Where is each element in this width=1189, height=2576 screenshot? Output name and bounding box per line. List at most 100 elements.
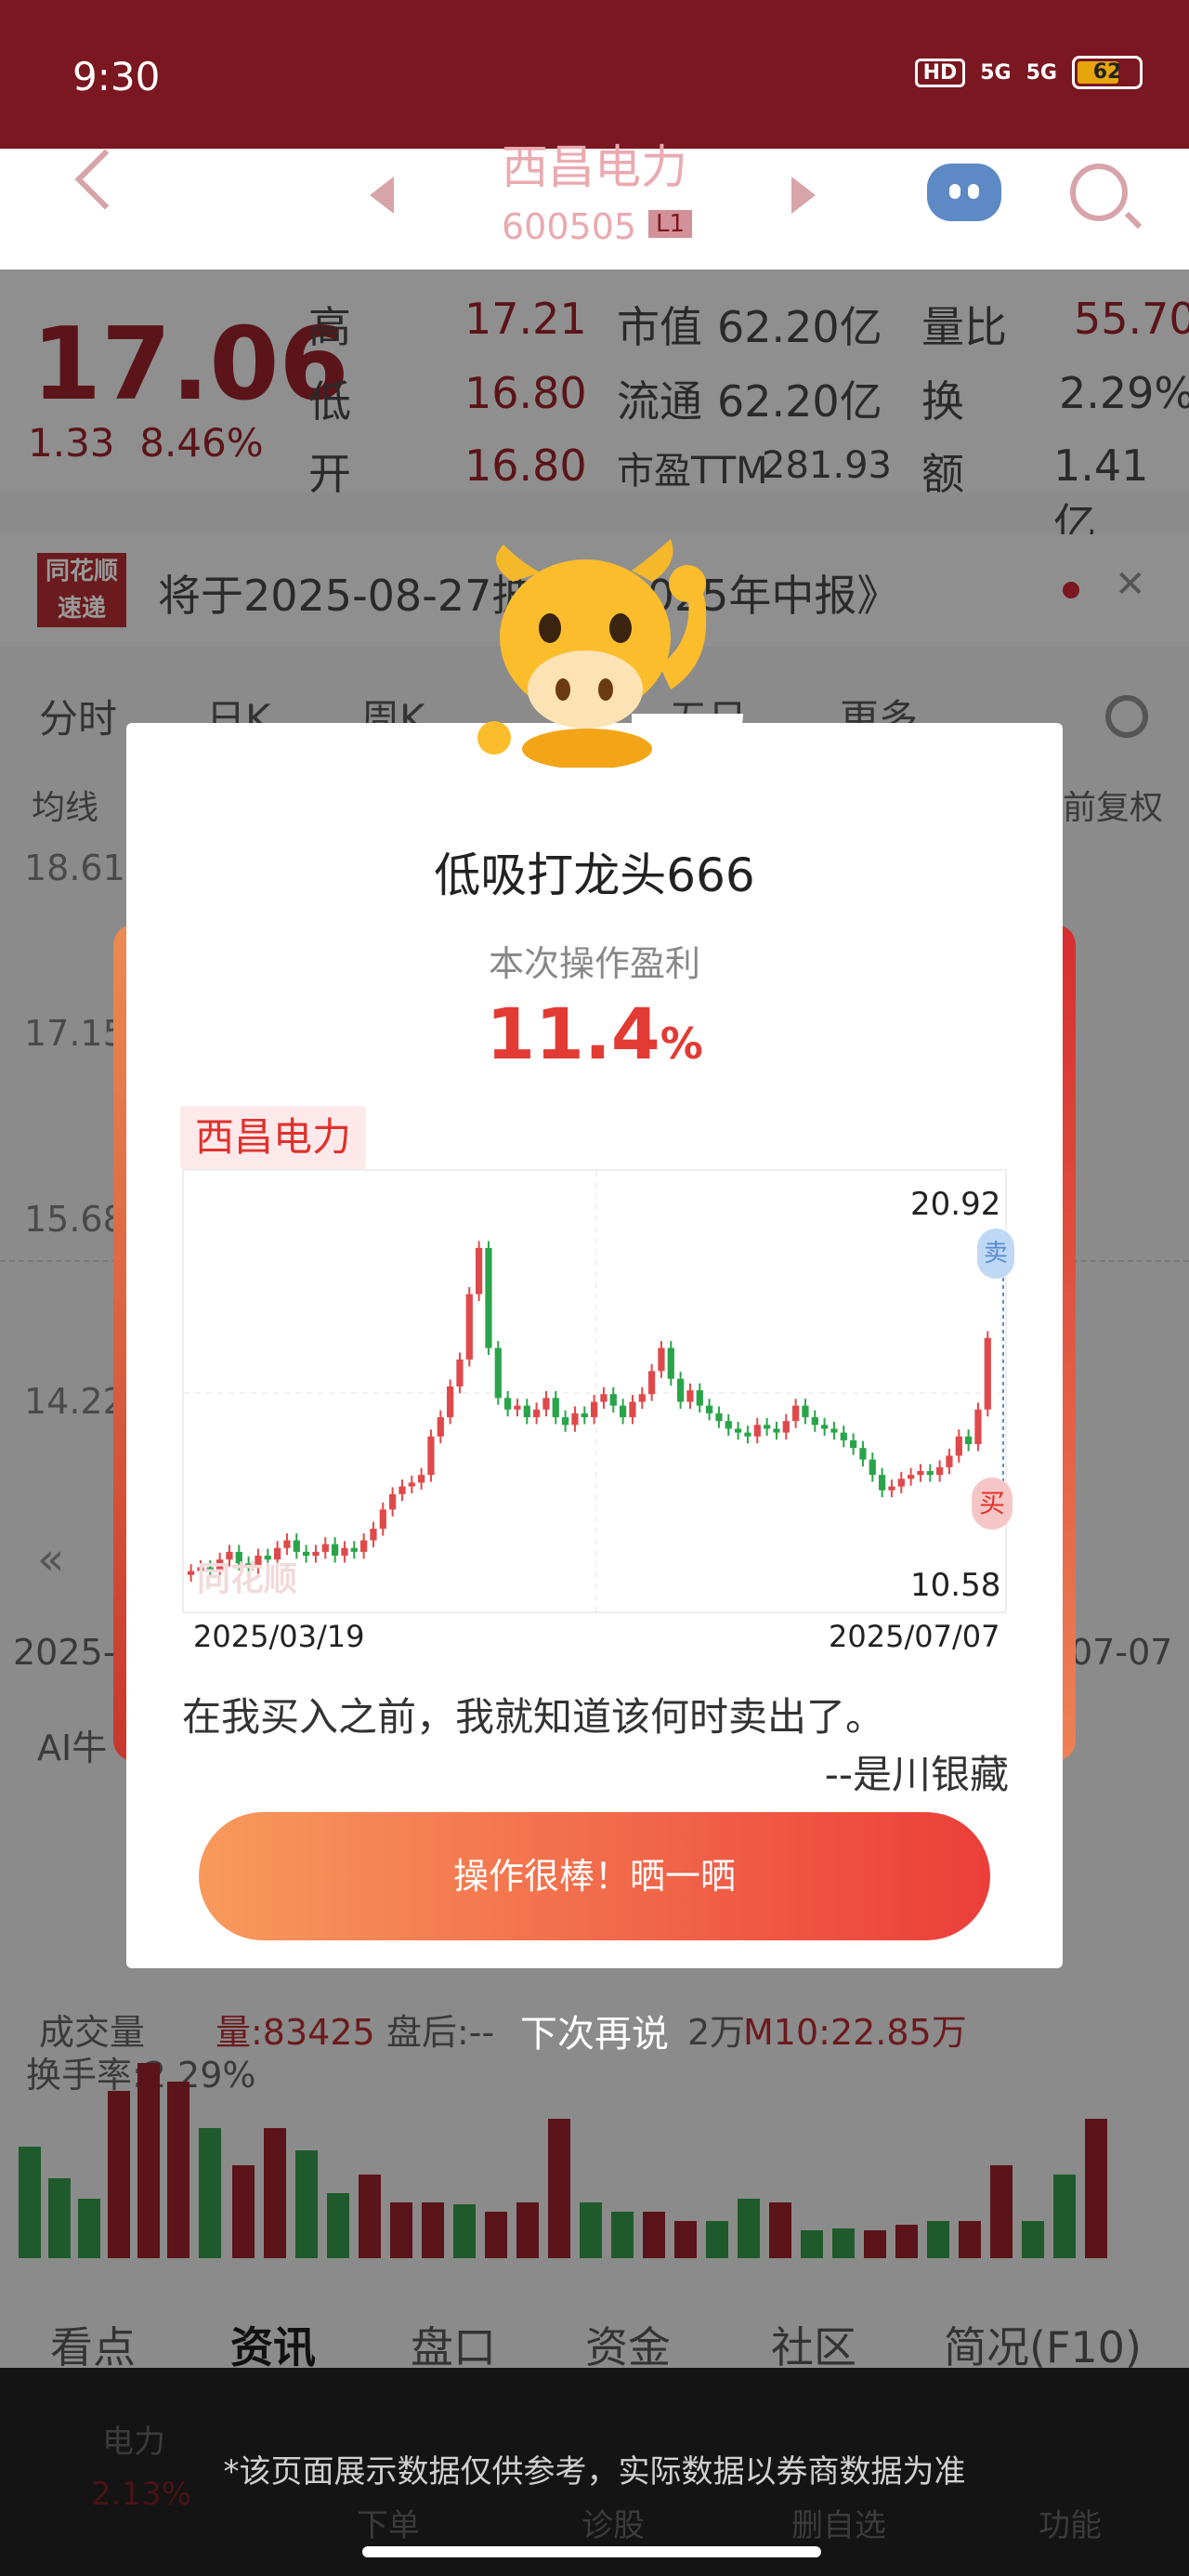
quote-label-high: 高 bbox=[308, 302, 351, 352]
quote-label-low: 低 bbox=[308, 376, 351, 427]
candle-body bbox=[764, 1425, 771, 1429]
candle-body bbox=[418, 1475, 425, 1483]
candle-body bbox=[830, 1428, 838, 1433]
quote-value-float: 62.20亿 bbox=[717, 376, 882, 427]
status-icons: HD 5G 5G 62 bbox=[914, 56, 1143, 89]
share-button[interactable]: 操作很棒！晒一晒 bbox=[199, 1812, 990, 1940]
robot-assistant-icon[interactable] bbox=[927, 164, 1001, 221]
hd-icon: HD bbox=[914, 58, 966, 87]
quote-value-open: 16.80 bbox=[464, 440, 587, 491]
notice-logo: 同花顺 速递 bbox=[37, 553, 126, 627]
disclaimer: *该页面展示数据仅供参考，实际数据以券商数据为准 bbox=[223, 2453, 966, 2491]
date-start-bg: 2025- bbox=[13, 1632, 116, 1673]
user-nickname: 低吸打龙头666 bbox=[434, 848, 755, 902]
candle-body bbox=[600, 1394, 608, 1402]
ma-selector[interactable]: 均线 bbox=[32, 781, 98, 829]
quote-label-pe: 市盈TTM bbox=[617, 450, 768, 493]
quote-label-amount: 额 bbox=[921, 449, 964, 499]
candle-body bbox=[408, 1482, 415, 1487]
dismiss-link[interactable]: 下次再说 bbox=[0, 2004, 1189, 2057]
candle-body bbox=[427, 1436, 435, 1476]
quote-label-open: 开 bbox=[308, 449, 351, 499]
candle-body bbox=[629, 1401, 636, 1418]
battery-icon: 62 bbox=[1072, 56, 1143, 89]
stock-code: 600505 bbox=[502, 206, 637, 247]
close-notice-icon[interactable]: ✕ bbox=[1115, 563, 1146, 606]
status-time: 9:30 bbox=[72, 54, 161, 99]
tab-f10[interactable]: 简况(F10) bbox=[944, 2314, 1142, 2375]
candle-body bbox=[879, 1475, 886, 1491]
volume-bars bbox=[0, 2044, 1189, 2258]
stock-title: 西昌电力 bbox=[502, 140, 687, 194]
candle-body bbox=[533, 1409, 541, 1418]
motto-author: --是川银藏 bbox=[824, 1752, 1009, 1797]
quote-value-pe: 281.93 bbox=[762, 444, 892, 487]
candle-body bbox=[437, 1417, 444, 1437]
candle-body bbox=[523, 1405, 530, 1418]
candle-body bbox=[725, 1421, 732, 1429]
chart-start-date: 2025/03/19 bbox=[193, 1619, 365, 1654]
candle-body bbox=[303, 1551, 310, 1557]
adjust-selector[interactable]: 前复权 bbox=[1063, 781, 1163, 829]
quote-value-mktcap: 62.20亿 bbox=[717, 302, 882, 352]
next-stock-icon[interactable] bbox=[791, 177, 816, 214]
candle-body bbox=[648, 1371, 656, 1395]
candle-body bbox=[389, 1493, 397, 1510]
candle-body bbox=[552, 1398, 559, 1418]
candle-body bbox=[456, 1359, 464, 1387]
unread-dot bbox=[1063, 582, 1079, 598]
candle-body bbox=[955, 1436, 962, 1456]
tab-intraday[interactable]: 分时 bbox=[39, 688, 117, 744]
candle-body bbox=[504, 1398, 512, 1410]
candle-body bbox=[821, 1425, 829, 1429]
candlestick-chart bbox=[184, 1171, 1009, 1615]
collapse-icon[interactable]: « bbox=[37, 1533, 64, 1585]
candle-body bbox=[782, 1421, 790, 1433]
candle-body bbox=[984, 1337, 991, 1410]
candle-body bbox=[888, 1486, 895, 1491]
candle-body bbox=[283, 1540, 291, 1548]
bottom-order[interactable]: 下单 bbox=[357, 2500, 420, 2545]
tab-orderbook[interactable]: 盘口 bbox=[411, 2314, 496, 2375]
tab-highlights[interactable]: 看点 bbox=[50, 2314, 136, 2375]
candle-body bbox=[706, 1405, 713, 1413]
candle-body bbox=[869, 1459, 876, 1476]
price-change: 1.33 8.46% bbox=[28, 420, 264, 466]
candle-body bbox=[514, 1405, 521, 1410]
candle-body bbox=[542, 1398, 550, 1410]
candle-body bbox=[811, 1417, 818, 1426]
candle-body bbox=[465, 1294, 473, 1360]
candle-body bbox=[908, 1475, 915, 1479]
buy-marker: 买 bbox=[972, 1478, 1013, 1530]
candle-body bbox=[917, 1470, 924, 1476]
candle-body bbox=[658, 1347, 665, 1372]
bottom-functions[interactable]: 功能 bbox=[1039, 2500, 1102, 2545]
chart-low-label: 10.58 bbox=[910, 1567, 1001, 1604]
candle-body bbox=[802, 1405, 809, 1418]
candle-body bbox=[370, 1529, 377, 1541]
settings-icon[interactable] bbox=[1105, 695, 1148, 738]
candle-body bbox=[494, 1347, 502, 1399]
candle-body bbox=[399, 1486, 406, 1494]
candle-body bbox=[447, 1386, 454, 1418]
candle-body bbox=[744, 1432, 751, 1437]
candle-body bbox=[609, 1394, 617, 1406]
candle-body bbox=[476, 1247, 483, 1295]
tab-news[interactable]: 资讯 bbox=[230, 2314, 316, 2375]
candle-body bbox=[341, 1547, 348, 1557]
bottom-diagnose[interactable]: 诊股 bbox=[581, 2500, 645, 2545]
price-level-4: 14.22 bbox=[24, 1381, 125, 1422]
trade-chart bbox=[182, 1169, 1009, 1615]
candle-body bbox=[379, 1509, 386, 1530]
candle-body bbox=[293, 1540, 300, 1552]
candle-body bbox=[620, 1405, 627, 1418]
candle-body bbox=[485, 1247, 492, 1348]
tab-community[interactable]: 社区 bbox=[771, 2314, 856, 2375]
candle-body bbox=[350, 1547, 358, 1552]
date-end-bg: 07-07 bbox=[1070, 1632, 1173, 1673]
search-icon[interactable] bbox=[1070, 164, 1128, 221]
candle-body bbox=[667, 1347, 674, 1379]
tab-funds[interactable]: 资金 bbox=[585, 2314, 671, 2375]
candle-body bbox=[936, 1466, 944, 1476]
bottom-remove-watch[interactable]: 删自选 bbox=[791, 2500, 886, 2545]
